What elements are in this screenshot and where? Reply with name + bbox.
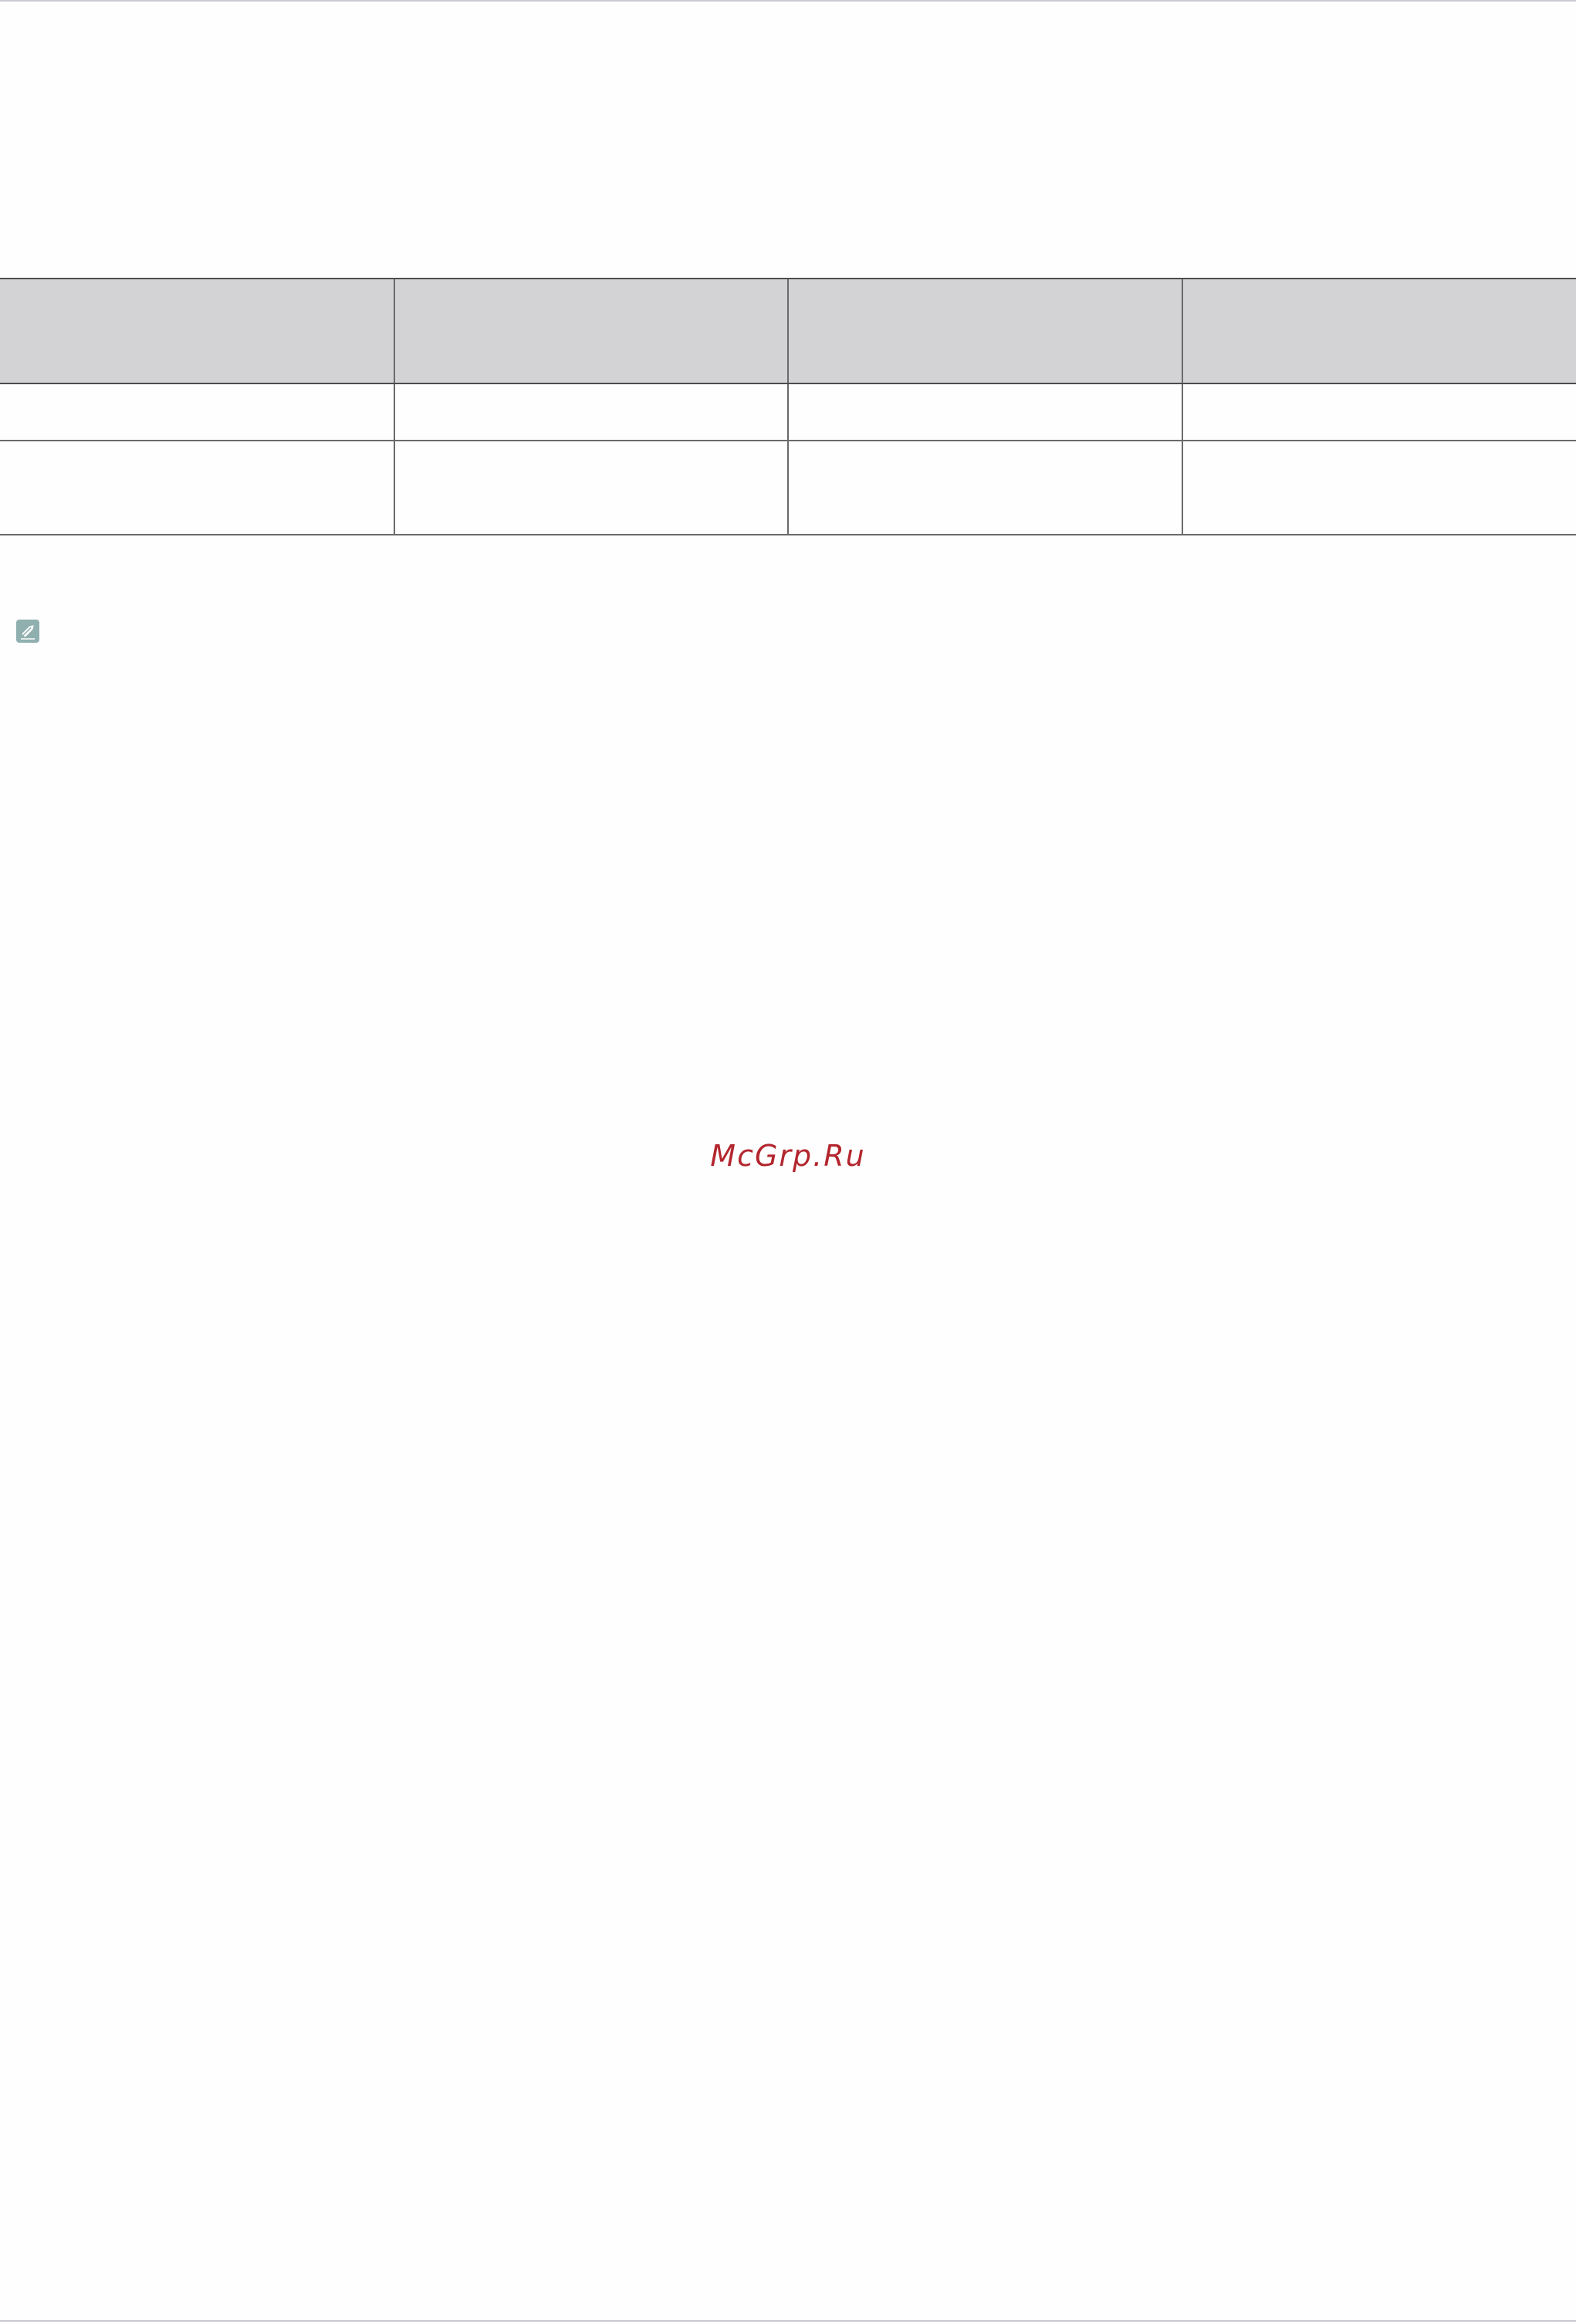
table-header-cell — [787, 278, 1182, 384]
table-cell — [393, 383, 788, 441]
table-row — [0, 441, 1576, 535]
table-cell — [1181, 441, 1576, 535]
bottom-rule — [0, 2320, 1576, 2322]
table-header-cell — [0, 278, 394, 384]
table-cell — [0, 383, 394, 441]
watermark: McGrp.Ru — [710, 1139, 866, 1173]
table-header-cell — [393, 278, 788, 384]
table-cell — [0, 441, 394, 535]
spec-table — [0, 278, 1576, 535]
table-cell — [787, 441, 1182, 535]
table-cell — [787, 383, 1182, 441]
table-header-row — [0, 278, 1576, 384]
table-cell — [1181, 383, 1576, 441]
top-rule — [0, 0, 1576, 2]
pencil-note-icon — [16, 620, 39, 643]
table-header-cell — [1181, 278, 1576, 384]
table-cell — [393, 441, 788, 535]
table-row — [0, 383, 1576, 441]
